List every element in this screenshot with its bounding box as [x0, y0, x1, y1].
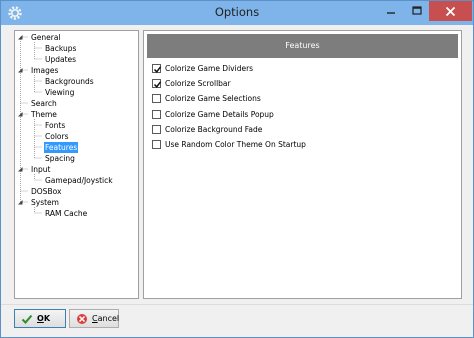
ok-button-label: OK: [37, 314, 51, 323]
checkbox[interactable]: [152, 79, 162, 88]
checkmark-icon: [153, 66, 162, 73]
tree-item-features[interactable]: Features: [44, 142, 79, 153]
checkbox-label: Colorize Game Selections: [165, 94, 261, 103]
tree-item-updates[interactable]: Updates: [44, 54, 77, 65]
tree-item-colors[interactable]: Colors: [44, 131, 70, 142]
footer-divider: [1, 304, 473, 305]
checkbox[interactable]: [152, 64, 162, 73]
ok-button[interactable]: OK: [14, 309, 66, 328]
panel-header: Features: [147, 34, 458, 58]
options-tree[interactable]: General Backups Updates Images Backgrounds Vi…: [14, 30, 139, 299]
collapse-icon[interactable]: [17, 199, 24, 206]
checkbox-label: Colorize Game Dividers: [165, 64, 254, 73]
checkbox[interactable]: [152, 140, 161, 149]
features-panel: Features Colorize Game Dividers Colorize …: [143, 30, 462, 299]
checkbox-label: Use Random Color Theme On Startup: [165, 140, 306, 149]
tree-item-fonts[interactable]: Fonts: [44, 120, 66, 131]
title-bar[interactable]: Options: [1, 1, 473, 25]
tree-item-search[interactable]: Search: [30, 98, 58, 109]
checkbox-label: Colorize Background Fade: [165, 125, 263, 134]
option-row[interactable]: Use Random Color Theme On Startup: [152, 138, 306, 151]
close-icon: [445, 6, 456, 16]
maximize-button[interactable]: [404, 1, 429, 21]
cancel-button-label: Cancel: [92, 314, 120, 323]
collapse-icon[interactable]: [17, 111, 24, 118]
option-row[interactable]: Colorize Game Details Popup: [152, 108, 274, 121]
checkbox-label: Colorize Game Details Popup: [165, 110, 274, 119]
tree-item-dosbox[interactable]: DOSBox: [30, 186, 62, 197]
collapse-icon[interactable]: [17, 34, 24, 41]
tree-item-backups[interactable]: Backups: [44, 43, 77, 54]
close-button[interactable]: [429, 1, 472, 21]
maximize-icon: [411, 6, 422, 15]
tree-item-input[interactable]: Input: [30, 164, 51, 175]
tree-item-spacing[interactable]: Spacing: [44, 153, 76, 164]
option-row[interactable]: Colorize Scrollbar: [152, 77, 231, 90]
cancel-button[interactable]: Cancel: [69, 309, 119, 328]
option-row[interactable]: Colorize Game Dividers: [152, 62, 253, 75]
tree-item-theme[interactable]: Theme: [30, 109, 58, 120]
minimize-icon: [387, 12, 395, 14]
tree-item-images[interactable]: Images: [30, 65, 59, 76]
collapse-icon[interactable]: [17, 67, 24, 74]
option-row[interactable]: Colorize Background Fade: [152, 123, 262, 136]
checkbox-label: Colorize Scrollbar: [165, 79, 231, 88]
cancel-icon: [76, 313, 88, 325]
minimize-button[interactable]: [378, 1, 404, 21]
tree-item-ram-cache[interactable]: RAM Cache: [44, 208, 88, 219]
collapse-icon[interactable]: [17, 166, 24, 173]
checkbox[interactable]: [152, 94, 161, 103]
tree-item-system[interactable]: System: [30, 197, 60, 208]
checkbox[interactable]: [152, 125, 161, 134]
options-window: Options General Backups Updates Images B…: [0, 0, 474, 338]
checkmark-icon: [153, 81, 162, 88]
check-icon: [21, 313, 33, 325]
tree-item-backgrounds[interactable]: Backgrounds: [44, 76, 95, 87]
tree-item-gamepad-joystick[interactable]: Gamepad/Joystick: [44, 175, 114, 186]
tree-item-general[interactable]: General: [30, 32, 62, 43]
checkbox[interactable]: [152, 110, 161, 119]
tree-item-viewing[interactable]: Viewing: [44, 87, 75, 98]
option-row[interactable]: Colorize Game Selections: [152, 92, 261, 105]
